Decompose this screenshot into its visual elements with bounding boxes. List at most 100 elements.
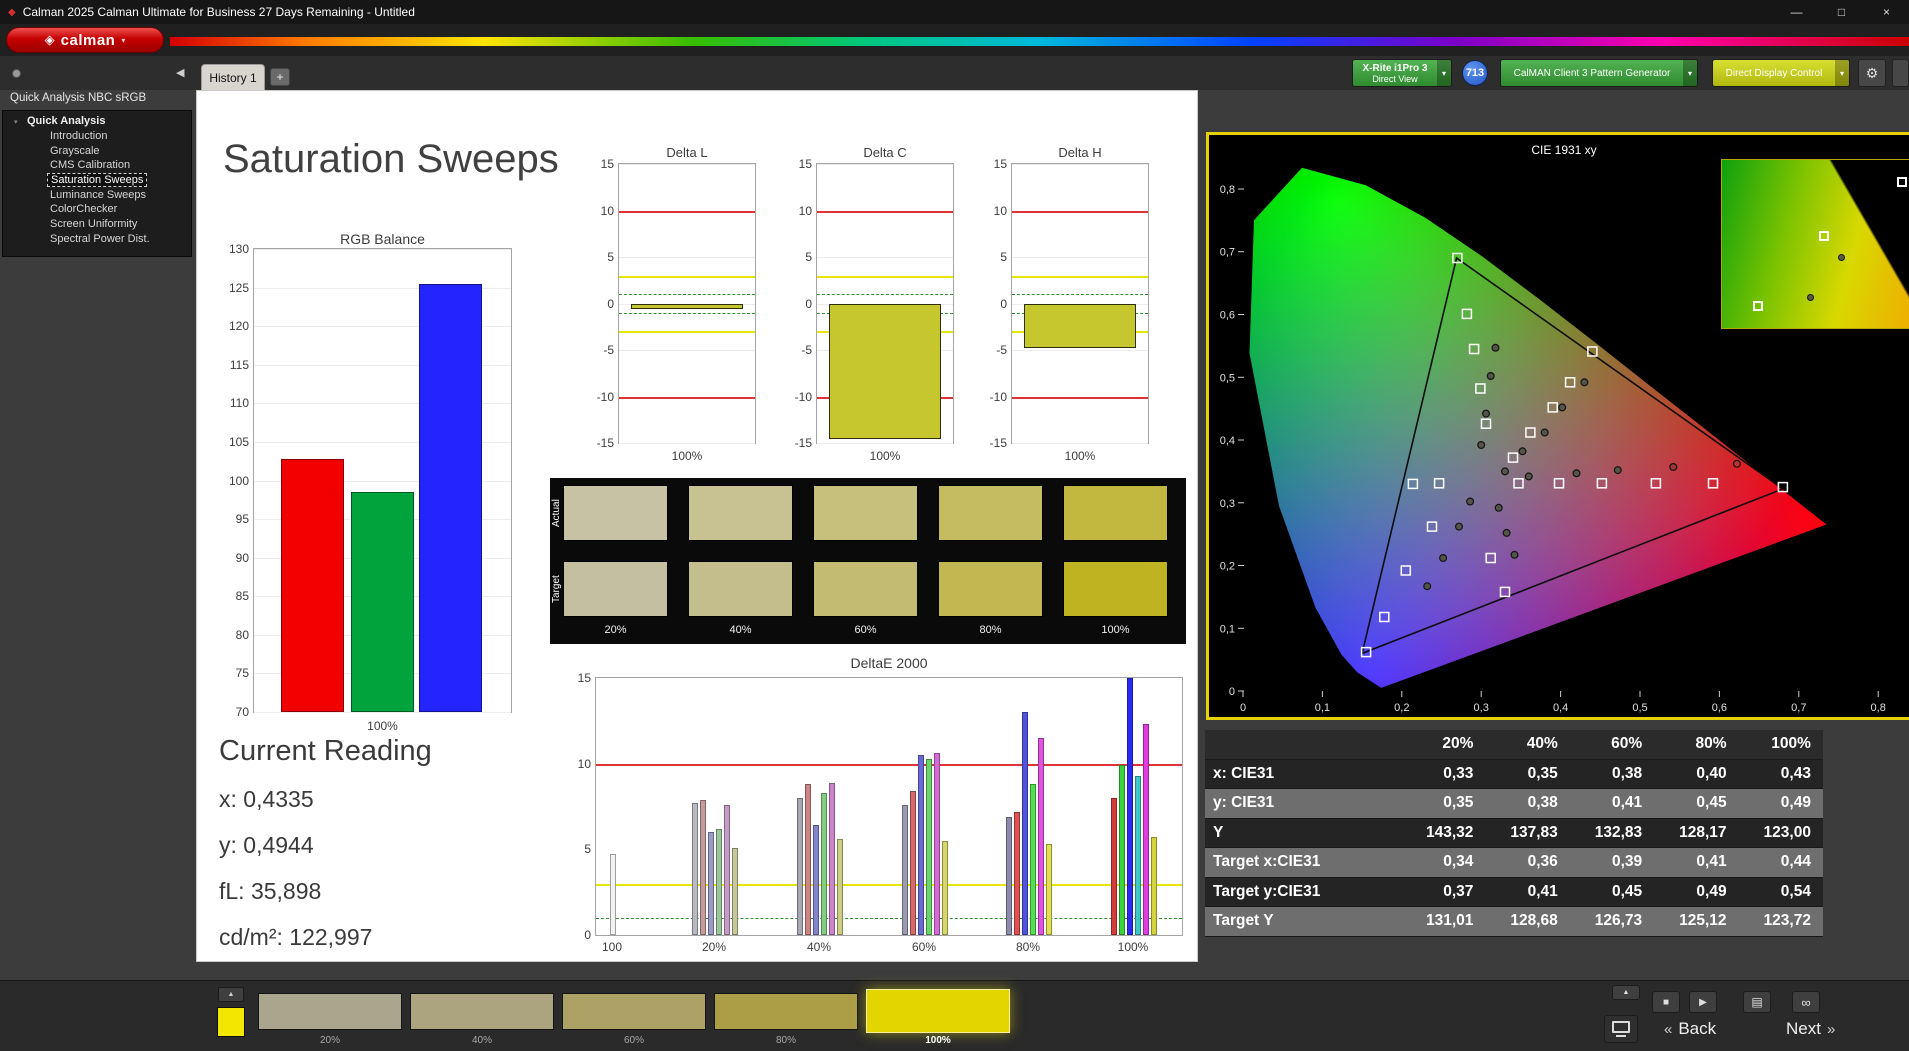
- reference-line: [817, 275, 953, 278]
- close-button[interactable]: ×: [1864, 0, 1909, 24]
- cell-value: 0,38: [1612, 764, 1643, 782]
- pattern-swatch-80[interactable]: [714, 993, 858, 1030]
- y-tick-label: -5: [603, 343, 614, 357]
- bottom-bar: ▲ 20% 40% 60% 80% 100% ▲ ■ ▶ ▤ ∞ « Back Next…: [0, 980, 1909, 1051]
- y-tick-label: 0: [805, 296, 812, 311]
- reference-line: [1012, 294, 1148, 296]
- deltae-bar: [1030, 784, 1036, 935]
- deltae-bar: [1006, 816, 1012, 935]
- calman-window: ◆ Calman 2025 Calman Ultimate for Busine…: [0, 0, 1909, 1051]
- title-bar: ◆ Calman 2025 Calman Ultimate for Busine…: [0, 0, 1909, 24]
- calman-logo-text: calman: [60, 31, 116, 49]
- y-tick-label: 15: [600, 157, 614, 171]
- deltae-bar: [1111, 797, 1117, 935]
- sidebar-item-saturation-sweeps[interactable]: Saturation Sweeps: [3, 173, 191, 188]
- cell-value: 0,41: [1612, 794, 1643, 812]
- next-button[interactable]: Next »: [1786, 1019, 1835, 1039]
- rgb-bar-blue: [419, 284, 482, 712]
- chevron-down-icon[interactable]: ▾: [1683, 60, 1697, 86]
- gridline: [254, 249, 511, 250]
- sidebar-item-screen-uniformity[interactable]: Screen Uniformity: [3, 217, 191, 232]
- display-control-button[interactable]: Direct Display Control ▾: [1712, 59, 1850, 87]
- tree-expander-icon[interactable]: ▾: [14, 115, 18, 130]
- target-swatch: [813, 561, 918, 617]
- target-swatch: [688, 561, 793, 617]
- sidebar-item-cms-calibration[interactable]: CMS Calibration: [3, 158, 191, 173]
- swatch-column-label: 80%: [979, 624, 1002, 636]
- session-dot-icon[interactable]: [12, 69, 21, 78]
- pattern-swatch-60[interactable]: [562, 993, 706, 1030]
- sidebar-item-colorchecker[interactable]: ColorChecker: [3, 202, 191, 217]
- reference-line: [596, 883, 1182, 886]
- deltae-x-axis: 100 20% 40% 60% 80% 100%: [595, 940, 1183, 956]
- settings-gear-button[interactable]: ⚙: [1858, 59, 1886, 87]
- cell-value: 126,73: [1594, 912, 1643, 930]
- y-tick-label: 105: [228, 434, 249, 449]
- svg-text:0: 0: [1229, 686, 1235, 698]
- svg-text:0,6: 0,6: [1712, 702, 1727, 714]
- reference-line: [1012, 275, 1148, 278]
- gear-icon: ⚙: [1865, 64, 1879, 81]
- svg-text:0,5: 0,5: [1220, 372, 1235, 384]
- y-tick-label: -15: [596, 436, 614, 450]
- save-button[interactable]: ▤: [1743, 991, 1771, 1013]
- delta-c-xlabel: 100%: [869, 449, 901, 463]
- deltae-bar: [716, 828, 722, 935]
- pattern-swatch-20[interactable]: [258, 993, 402, 1030]
- link-button[interactable]: ∞: [1792, 991, 1820, 1013]
- actual-swatch: [688, 485, 793, 541]
- sidebar-item-spectral-power-dist-[interactable]: Spectral Power Dist.: [3, 232, 191, 247]
- chevron-down-icon[interactable]: ▾: [1437, 60, 1451, 86]
- gridline: [619, 443, 755, 444]
- current-reading-cdm2: cd/m²: 122,997: [219, 924, 373, 950]
- y-tick-label: -5: [801, 343, 812, 357]
- cell-value: 143,32: [1425, 823, 1474, 841]
- stop-button[interactable]: ■: [1652, 991, 1680, 1013]
- sidebar-item-luminance-sweeps[interactable]: Luminance Sweeps: [3, 188, 191, 203]
- pattern-generator-button[interactable]: CalMAN Client 3 Pattern Generator ▾: [1500, 59, 1698, 87]
- maximize-button[interactable]: □: [1819, 0, 1864, 24]
- deltae-bar: [934, 753, 940, 935]
- edge-cut-button[interactable]: [1892, 59, 1909, 87]
- svg-text:0,8: 0,8: [1220, 184, 1235, 196]
- actual-target-swatch-panel: 20% 40% 60% 80% 100% Actual Target: [550, 478, 1186, 644]
- gridline: [817, 257, 953, 258]
- chevron-down-icon[interactable]: ▾: [1835, 60, 1849, 86]
- row-label: y: CIE31: [1213, 794, 1275, 812]
- target-row-label: Target: [551, 575, 562, 603]
- pattern-generator-text: CalMAN Client 3 Pattern Generator: [1501, 60, 1683, 86]
- sidebar-item-introduction[interactable]: Introduction: [3, 129, 191, 144]
- sidebar-item-label: Luminance Sweeps: [50, 188, 147, 201]
- current-color-swatch[interactable]: [217, 1007, 245, 1037]
- gridline: [817, 443, 953, 444]
- y-tick-label: -10: [794, 389, 812, 404]
- deltae-bar: [1014, 811, 1020, 935]
- meter-device-button[interactable]: X-Rite i1Pro 3 Direct View ▾: [1352, 59, 1452, 87]
- cell-value: 132,83: [1594, 823, 1643, 841]
- actual-row-label: Actual: [551, 499, 562, 527]
- cell-value: 0,41: [1696, 853, 1727, 871]
- svg-text:0,6: 0,6: [1220, 310, 1235, 322]
- pattern-swatch-100[interactable]: [866, 989, 1010, 1033]
- sidebar-item-grayscale[interactable]: Grayscale: [3, 144, 191, 159]
- swatch-tray-eject-button[interactable]: ▲: [218, 987, 244, 1002]
- x-tick-label: 60%: [911, 940, 937, 954]
- collapse-sidebar-button[interactable]: ◀: [176, 66, 184, 79]
- meter-count-badge[interactable]: 713: [1462, 60, 1488, 86]
- cell-value: 137,83: [1510, 823, 1558, 841]
- pattern-swatch-40[interactable]: [410, 993, 554, 1030]
- play-button[interactable]: ▶: [1689, 991, 1717, 1013]
- gridline: [817, 164, 953, 165]
- controls-eject-button[interactable]: ▲: [1612, 985, 1640, 1000]
- meter-device-text: X-Rite i1Pro 3 Direct View: [1353, 60, 1437, 86]
- calman-logo-button[interactable]: ◈ calman ▾: [6, 27, 164, 53]
- monitor-button[interactable]: [1604, 1015, 1638, 1043]
- y-tick-label: 85: [235, 589, 249, 604]
- add-tab-button[interactable]: +: [270, 68, 290, 86]
- y-tick-label: 95: [235, 512, 249, 527]
- table-header-row: 20% 40% 60% 80% 100%: [1205, 730, 1823, 760]
- minimize-button[interactable]: —: [1774, 0, 1819, 24]
- tab-history-1[interactable]: History 1: [201, 64, 265, 90]
- back-button[interactable]: « Back: [1664, 1019, 1716, 1039]
- sidebar-root-quick-analysis[interactable]: ▾ Quick Analysis: [3, 114, 191, 129]
